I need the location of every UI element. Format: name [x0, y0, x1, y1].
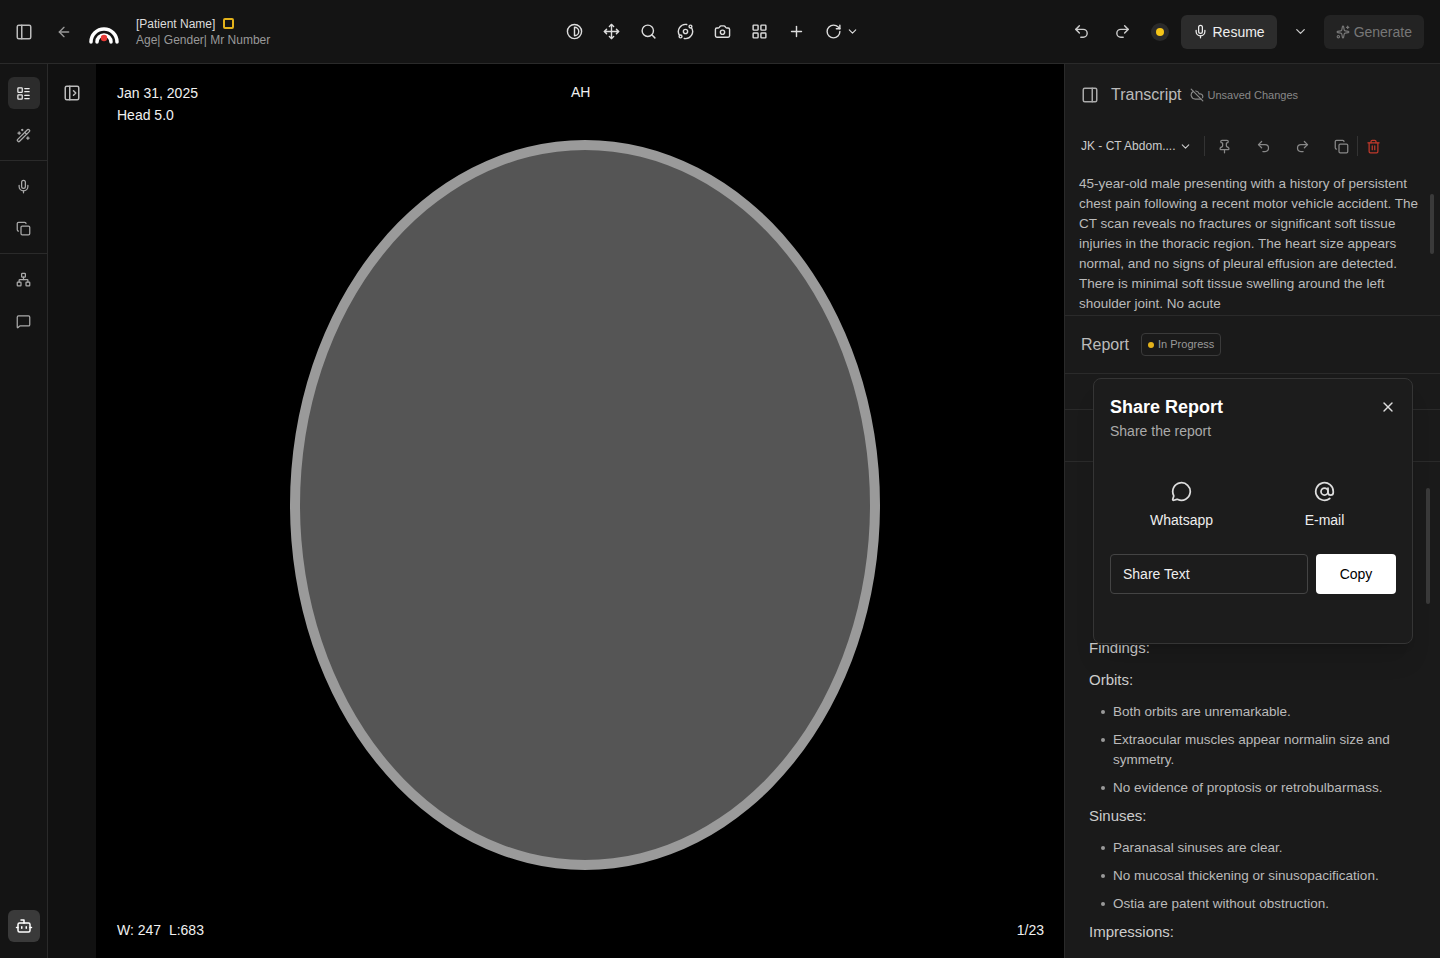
sidebar-item-icon: [16, 179, 31, 194]
rotate-icon[interactable]: [825, 23, 842, 40]
report-section: Orbits: Both orbits are unremarkable. Extr…: [1089, 670, 1416, 798]
bot-icon: [15, 917, 33, 935]
share-option-icon: [1314, 481, 1335, 502]
transcript-redo-icon[interactable]: [1295, 139, 1310, 154]
transcript-text[interactable]: 45-year-old male presenting with a histo…: [1065, 166, 1440, 316]
mic-icon: [1193, 24, 1208, 39]
left-sidebar: [0, 64, 48, 958]
patient-info: [Patient Name]Age| Gender| Mr Number: [136, 16, 270, 48]
report-bullet: Both orbits are unremarkable.: [1089, 702, 1416, 722]
panel-toggle-icon[interactable]: [1081, 86, 1099, 104]
viewer-top-left-info: Jan 31, 2025Head 5.0: [117, 82, 198, 126]
report-header: Report In Progress: [1065, 316, 1440, 374]
redo-icon[interactable]: [1114, 23, 1131, 40]
patient-name: [Patient Name]: [136, 16, 215, 32]
recording-indicator: [1151, 23, 1169, 41]
copy-icon[interactable]: [1334, 139, 1349, 154]
transcript-toolbar: JK - CT Abdom....: [1065, 126, 1440, 166]
viewer-tool-icon[interactable]: [751, 23, 768, 40]
unsaved-cloud-icon: [1190, 88, 1204, 102]
transcript-header: Transcript Unsaved Changes: [1065, 64, 1440, 126]
sidebar-item-icon: [16, 128, 31, 143]
sidebar-item[interactable]: [8, 305, 40, 337]
right-panel: Transcript Unsaved Changes JK - CT Abdom..…: [1064, 64, 1440, 958]
sidebar-item-icon: [16, 272, 31, 287]
report-section: Impressions:: [1089, 922, 1416, 942]
assistant-avatar[interactable]: [8, 910, 40, 942]
sidebar-item[interactable]: [8, 263, 40, 295]
report-section-heading: Orbits:: [1089, 670, 1416, 690]
series-name: Head 5.0: [117, 104, 198, 126]
copy-button[interactable]: Copy: [1316, 554, 1396, 594]
open-series-panel-icon[interactable]: [63, 84, 81, 102]
viewer-tool-icon[interactable]: [788, 23, 805, 40]
top-bar: [Patient Name]Age| Gender| Mr Number Resu…: [0, 0, 1440, 64]
report-scrollbar[interactable]: [1426, 488, 1430, 604]
sidebar-item[interactable]: [8, 77, 40, 109]
sidebar-item-icon: [16, 86, 31, 101]
rotate-chevron-icon[interactable]: [846, 25, 859, 38]
report-title: Report: [1081, 333, 1129, 357]
viewer-tool-icon[interactable]: [603, 23, 620, 40]
viewer-tool-icon[interactable]: [714, 23, 731, 40]
close-icon[interactable]: [1380, 399, 1396, 415]
sidebar-item-icon: [16, 221, 31, 236]
transcript-status: Unsaved Changes: [1208, 87, 1299, 104]
viewer-tool-icon[interactable]: [677, 23, 694, 40]
template-dropdown[interactable]: JK - CT Abdom....: [1081, 138, 1192, 154]
share-dialog: Share ReportShare the report WhatsappE-ma…: [1093, 378, 1413, 644]
transcript-title: Transcript: [1111, 83, 1182, 107]
share-text-field[interactable]: Share Text: [1110, 554, 1308, 594]
report-section-heading: Sinuses:: [1089, 806, 1416, 826]
share-option-icon: [1171, 481, 1192, 502]
sidebar-item[interactable]: [8, 212, 40, 244]
app-root: [Patient Name]Age| Gender| Mr Number Resu…: [0, 0, 1440, 958]
undo-icon[interactable]: [1073, 23, 1090, 40]
transcript-undo-icon[interactable]: [1256, 139, 1271, 154]
report-bullet: Extraocular muscles appear normalin size…: [1089, 730, 1416, 770]
back-arrow-icon[interactable]: [56, 24, 72, 40]
mri-image: [290, 140, 880, 870]
sidebar-toggle-icon[interactable]: [15, 23, 33, 41]
viewer-tool-icon[interactable]: [566, 23, 583, 40]
window-level: W: 247 L:683: [117, 920, 204, 940]
share-dialog-subtitle: Share the report: [1110, 421, 1223, 441]
sidebar-item[interactable]: [8, 119, 40, 151]
slice-counter: 1/23: [1017, 920, 1044, 940]
series-strip: [48, 64, 96, 958]
report-bullet: No mucosal thickening or sinusopacificat…: [1089, 866, 1416, 886]
report-bullet: No evidence of proptosis or retrobulbarm…: [1089, 778, 1416, 798]
patient-meta: Age| Gender| Mr Number: [136, 32, 270, 48]
share-option[interactable]: Whatsapp: [1110, 481, 1253, 530]
generate-button[interactable]: Generate: [1324, 15, 1424, 49]
sidebar-item-icon: [16, 314, 31, 329]
report-status-badge: In Progress: [1141, 333, 1221, 356]
share-option[interactable]: E-mail: [1253, 481, 1396, 530]
report-section-heading: Impressions:: [1089, 922, 1416, 942]
resume-options-icon[interactable]: [1293, 24, 1308, 39]
report-bullet: Paranasal sinuses are clear.: [1089, 838, 1416, 858]
patient-flag: [223, 18, 234, 29]
sidebar-item[interactable]: [8, 170, 40, 202]
orientation-label: AH: [571, 82, 590, 102]
pin-icon[interactable]: [1217, 139, 1232, 154]
share-dialog-title: Share Report: [1110, 395, 1223, 419]
viewer-toolbar: [566, 23, 859, 40]
transcript-scrollbar[interactable]: [1430, 194, 1434, 254]
app-logo-icon: [88, 16, 120, 48]
resume-button[interactable]: Resume: [1181, 15, 1276, 49]
sparkles-icon: [1336, 25, 1350, 39]
study-date: Jan 31, 2025: [117, 82, 198, 104]
report-section: Sinuses: Paranasal sinuses are clear. No m…: [1089, 806, 1416, 914]
template-chevron-icon: [1179, 140, 1192, 153]
report-bullet: Ostia are patent without obstruction.: [1089, 894, 1416, 914]
viewer-tool-icon[interactable]: [640, 23, 657, 40]
image-viewer[interactable]: Jan 31, 2025Head 5.0 AH W: 247 L:683 1/23: [96, 64, 1064, 958]
delete-icon[interactable]: [1366, 139, 1381, 154]
